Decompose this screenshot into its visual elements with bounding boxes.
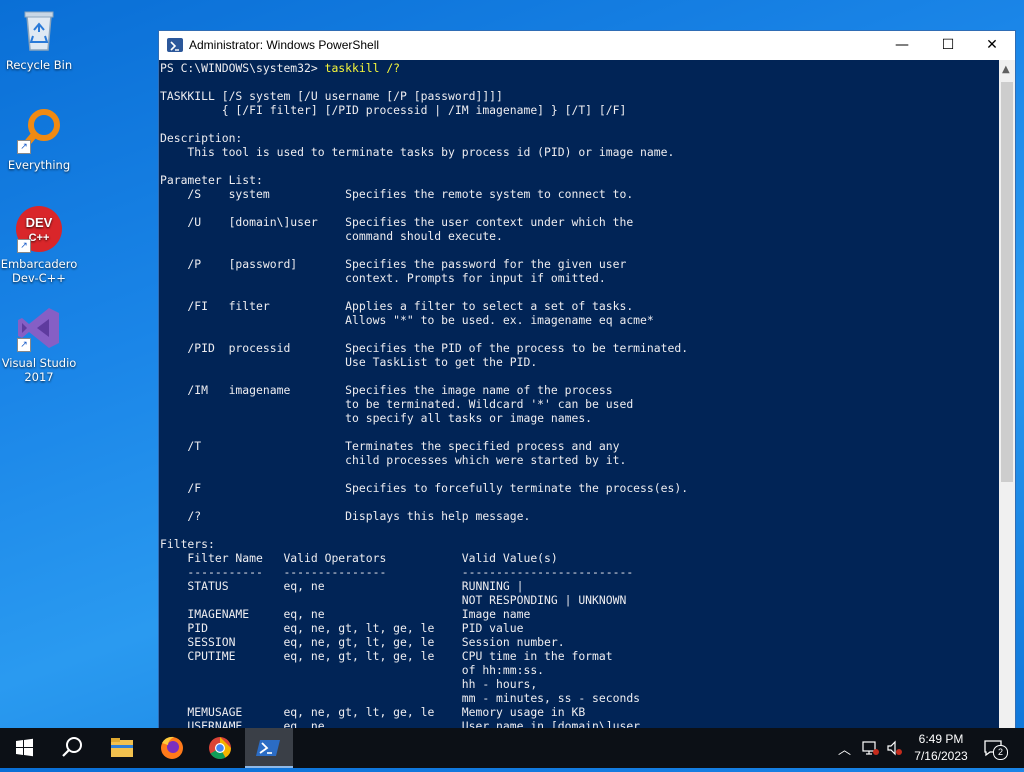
recycle-bin-icon xyxy=(15,6,63,54)
title-bar[interactable]: Administrator: Windows PowerShell — ☐ ✕ xyxy=(159,31,1015,60)
powershell-icon[interactable] xyxy=(167,38,183,52)
chrome-icon xyxy=(209,737,231,759)
powershell-icon xyxy=(256,740,280,756)
desktop-icon-label: Recycle Bin xyxy=(5,58,73,72)
search-icon xyxy=(62,737,82,757)
desktop-icon-devcpp[interactable]: DEV C++ ↗ Embarcadero Dev-C++ xyxy=(0,205,78,285)
desktop-icon-label-line1: Visual Studio xyxy=(1,356,77,370)
minimize-button[interactable]: — xyxy=(879,31,925,60)
taskbar-firefox[interactable] xyxy=(148,728,196,768)
console-output: TASKKILL [/S system [/U username [/P [pa… xyxy=(160,89,689,729)
desktop-icon-label-line2: 2017 xyxy=(24,370,54,384)
devcpp-icon: DEV C++ ↗ xyxy=(15,205,63,253)
shortcut-arrow-icon: ↗ xyxy=(17,338,31,352)
action-center-button[interactable]: 2 xyxy=(982,738,1008,760)
desktop-icon-label-line1: Embarcadero xyxy=(0,257,78,271)
close-button[interactable]: ✕ xyxy=(969,31,1015,60)
clock[interactable]: 6:49 PM 7/16/2023 xyxy=(904,731,978,765)
taskbar-powershell[interactable] xyxy=(245,728,293,768)
clock-date: 7/16/2023 xyxy=(914,749,968,763)
svg-text:C++: C++ xyxy=(29,232,50,244)
scroll-thumb[interactable] xyxy=(1001,82,1013,482)
start-button[interactable] xyxy=(0,728,48,768)
system-tray: ︿ 6:49 PM 7/16/2023 2 xyxy=(830,728,1020,768)
everything-search-icon: ↗ xyxy=(15,106,63,154)
scroll-up-arrow-icon[interactable]: ▲ xyxy=(1002,64,1010,75)
desktop-icon-everything[interactable]: ↗ Everything xyxy=(0,106,78,172)
svg-text:DEV: DEV xyxy=(26,215,53,230)
taskbar-chrome[interactable] xyxy=(196,728,244,768)
window-title: Administrator: Windows PowerShell xyxy=(189,38,380,52)
desktop-icon-label-line2: Dev-C++ xyxy=(12,271,66,285)
desktop-icon-label: Everything xyxy=(7,158,71,172)
vertical-scrollbar[interactable]: ▲ xyxy=(999,60,1015,729)
volume-muted-icon[interactable] xyxy=(886,740,904,756)
desktop-icon-visual-studio[interactable]: ↗ Visual Studio 2017 xyxy=(0,304,78,384)
taskbar: ︿ 6:49 PM 7/16/2023 2 xyxy=(0,728,1024,768)
taskbar-file-explorer[interactable] xyxy=(98,728,146,768)
start-icon xyxy=(16,738,33,757)
file-explorer-icon xyxy=(111,738,133,757)
console-text: PS C:\WINDOWS\system32> taskkill /? TASK… xyxy=(159,60,999,729)
maximize-button[interactable]: ☐ xyxy=(925,31,971,60)
shortcut-arrow-icon: ↗ xyxy=(17,140,31,154)
desktop-icon-recycle-bin[interactable]: Recycle Bin xyxy=(0,6,78,72)
console-output-area[interactable]: PS C:\WINDOWS\system32> taskkill /? TASK… xyxy=(159,60,999,729)
chevron-up-icon[interactable]: ︿ xyxy=(838,739,851,758)
powershell-window[interactable]: Administrator: Windows PowerShell — ☐ ✕ … xyxy=(158,30,1016,730)
search-button[interactable] xyxy=(48,728,96,768)
firefox-icon xyxy=(161,736,183,759)
console-command: taskkill /? xyxy=(324,61,401,75)
notification-count-badge: 2 xyxy=(993,745,1008,760)
console-prompt: PS C:\WINDOWS\system32> xyxy=(160,61,325,75)
clock-time: 6:49 PM xyxy=(918,732,964,746)
visual-studio-icon: ↗ xyxy=(15,304,63,352)
shortcut-arrow-icon: ↗ xyxy=(17,239,31,253)
network-icon[interactable] xyxy=(862,740,880,756)
